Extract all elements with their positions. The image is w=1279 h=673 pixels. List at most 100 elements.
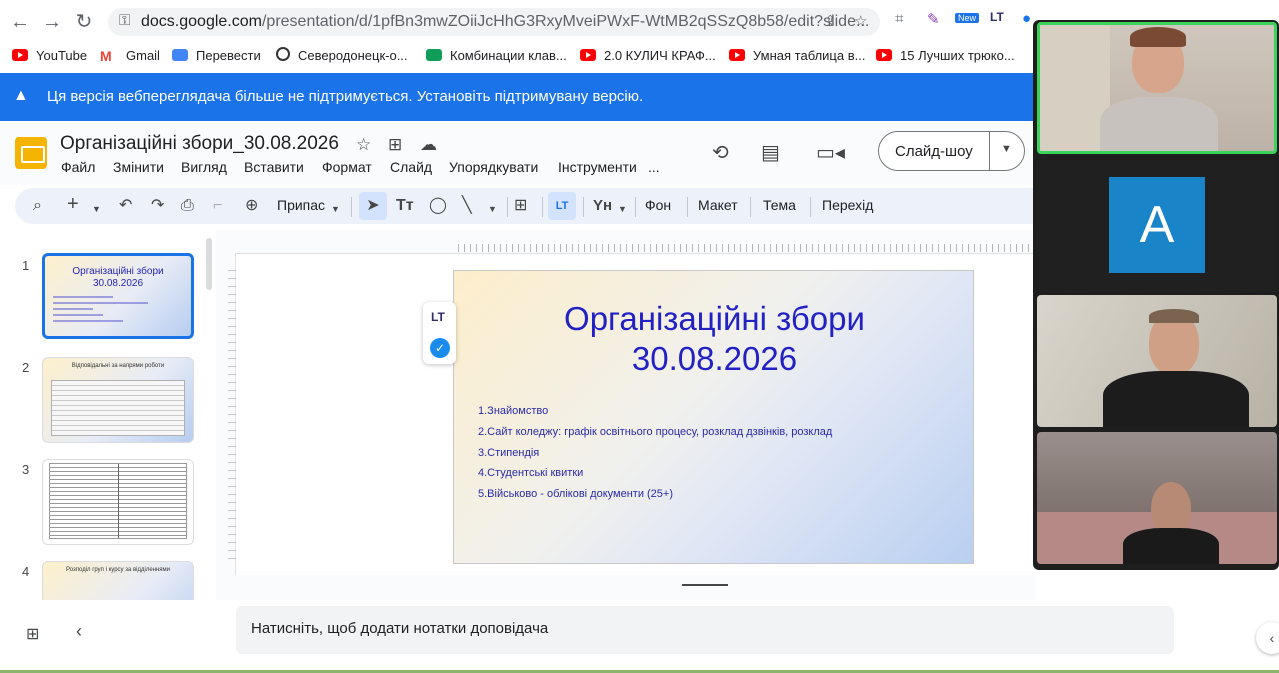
- zoom-select[interactable]: Припас: [277, 197, 325, 213]
- check-icon[interactable]: ✓: [430, 338, 450, 358]
- bookmark-kulich[interactable]: 2.0 КУЛИЧ КРАФ...: [580, 46, 716, 66]
- select-cursor-icon[interactable]: ➤: [359, 192, 387, 220]
- notes-resize-handle[interactable]: [682, 584, 728, 586]
- input-tools-icon[interactable]: Yн: [593, 195, 612, 217]
- chevron-down-icon[interactable]: ▼: [1001, 143, 1012, 155]
- chevron-down-icon[interactable]: ▼: [618, 198, 627, 220]
- slide-thumbnail-1[interactable]: Організаційні збори 30.08.2026: [42, 253, 194, 339]
- participant-video-tile[interactable]: [1037, 295, 1277, 427]
- meet-camera-icon[interactable]: ▭◂: [816, 140, 845, 165]
- thumbnail-table: [49, 463, 187, 539]
- reload-icon[interactable]: ↻: [70, 8, 98, 36]
- zoom-icon[interactable]: ⊕: [245, 195, 258, 217]
- chevron-left-icon[interactable]: ‹: [76, 621, 82, 642]
- participant-avatar-tile[interactable]: A: [1037, 160, 1277, 292]
- menu-view[interactable]: Вигляд: [181, 159, 227, 175]
- new-slide-icon[interactable]: +: [67, 193, 79, 215]
- url-text: docs.google.com/presentation/d/1pfBn3mwZ…: [141, 13, 869, 31]
- speaker-notes[interactable]: Натисніть, щоб додати нотатки доповідача: [236, 606, 1174, 654]
- menu-tools[interactable]: Інструменти: [558, 159, 637, 175]
- participant-body: [1103, 371, 1249, 427]
- paint-format-icon[interactable]: ⌐: [213, 195, 222, 217]
- slide-list-item[interactable]: 1.Знайомство: [478, 405, 548, 417]
- comments-icon[interactable]: ▤: [761, 140, 780, 165]
- undo-icon[interactable]: ↶: [119, 195, 132, 217]
- slide-list-item[interactable]: 5.Військово - облікові документи (25+): [478, 488, 673, 500]
- side-panel-toggle-icon[interactable]: ‹: [1256, 622, 1279, 654]
- slide-list-item[interactable]: 4.Студентські квитки: [478, 467, 583, 479]
- bookmark-15-tricks[interactable]: 15 Лучших трюко...: [876, 46, 1015, 66]
- bookmark-label: Северодонецк-о...: [298, 48, 408, 63]
- bookmark-label: 15 Лучших трюко...: [900, 48, 1015, 63]
- menu-file[interactable]: Файл: [61, 159, 95, 175]
- slideshow-label: Слайд-шоу: [895, 143, 973, 160]
- document-title[interactable]: Організаційні збори_30.08.2026: [60, 133, 339, 155]
- bookmark-gmail[interactable]: M Gmail: [100, 46, 160, 66]
- move-folder-icon[interactable]: ⊞: [388, 135, 402, 155]
- slide-title[interactable]: Організаційні збори 30.08.2026: [454, 299, 975, 379]
- add-comment-icon[interactable]: ⊞: [514, 195, 527, 217]
- theme-button[interactable]: Тема: [763, 197, 796, 213]
- vertical-ruler: [228, 270, 236, 560]
- redo-icon[interactable]: ↷: [151, 195, 164, 217]
- version-history-icon[interactable]: ⟲: [712, 140, 729, 165]
- cloud-status-icon[interactable]: ☁: [420, 135, 437, 155]
- menu-edit[interactable]: Змінити: [113, 159, 164, 175]
- layout-button[interactable]: Макет: [698, 197, 738, 213]
- new-badge[interactable]: New: [955, 13, 980, 23]
- profile-dot-icon[interactable]: ●: [1022, 10, 1031, 27]
- slide-filmstrip: 1 Організаційні збори 30.08.2026 2 Відпо…: [0, 230, 215, 600]
- horizontal-ruler: [458, 244, 1036, 252]
- bookmark-youtube[interactable]: YouTube: [12, 46, 87, 66]
- site-info-icon[interactable]: ⚿: [119, 12, 130, 29]
- transition-button[interactable]: Перехід: [822, 197, 873, 213]
- menu-insert[interactable]: Вставити: [244, 159, 304, 175]
- filmstrip-scrollbar[interactable]: [206, 238, 212, 290]
- slide-thumbnail-4[interactable]: Розподіл груп і курсу за відділеннями: [42, 561, 194, 600]
- participant-video-tile[interactable]: [1037, 22, 1277, 154]
- chevron-down-icon[interactable]: ▼: [488, 198, 497, 220]
- languagetool-toolbar-icon[interactable]: LT: [548, 192, 576, 220]
- slideshow-button[interactable]: Слайд-шоу ▼: [878, 131, 1025, 171]
- pen-extension-icon[interactable]: ✎: [927, 10, 940, 28]
- languagetool-widget[interactable]: LT ✓: [423, 302, 456, 364]
- menu-slide[interactable]: Слайд: [390, 159, 432, 175]
- search-menus-icon[interactable]: ⌕: [33, 195, 42, 217]
- languagetool-extension-icon[interactable]: LT: [990, 10, 1004, 24]
- translate-icon: [172, 49, 188, 61]
- toolbar-divider: [507, 197, 508, 217]
- line-icon[interactable]: ╲: [462, 195, 472, 217]
- forward-arrow-icon[interactable]: →: [38, 8, 66, 36]
- menu-arrange[interactable]: Упорядкувати: [449, 159, 538, 175]
- slides-logo-icon[interactable]: [15, 137, 47, 169]
- youtube-icon: [12, 49, 28, 61]
- print-icon[interactable]: ⎙: [181, 195, 194, 217]
- address-bar[interactable]: ⚿ docs.google.com/presentation/d/1pfBn3m…: [108, 8, 880, 36]
- current-slide[interactable]: Організаційні збори 30.08.2026 1.Знайомс…: [453, 270, 974, 564]
- bookmark-translate[interactable]: Перевести: [172, 46, 261, 66]
- screenshot-icon[interactable]: ⌗: [895, 10, 903, 27]
- menu-more[interactable]: ...: [648, 159, 660, 175]
- bookmark-smart-table[interactable]: Умная таблица в...: [729, 46, 865, 66]
- avatar-letter: A: [1139, 196, 1175, 254]
- star-icon[interactable]: ☆: [854, 12, 867, 30]
- menu-format[interactable]: Формат: [322, 159, 372, 175]
- star-icon[interactable]: ☆: [356, 135, 371, 155]
- background-button[interactable]: Фон: [645, 197, 671, 213]
- image-shape-icon[interactable]: ◯: [429, 195, 447, 217]
- participant-video-tile[interactable]: [1037, 432, 1277, 564]
- slide-list-item[interactable]: 3.Стипендія: [478, 447, 539, 459]
- participant-body: [1123, 528, 1219, 564]
- slide-thumbnail-2[interactable]: Відповідальні за напрями роботи: [42, 357, 194, 443]
- slide-list-item[interactable]: 2.Сайт коледжу: графік освітнього процес…: [478, 426, 832, 438]
- share-icon[interactable]: ⇪: [824, 12, 837, 30]
- chevron-down-icon[interactable]: ▼: [331, 198, 340, 220]
- text-box-icon[interactable]: Tт: [396, 195, 414, 217]
- chevron-down-icon[interactable]: ▼: [92, 198, 101, 220]
- grid-view-icon[interactable]: ⊞: [26, 624, 39, 644]
- bookmark-severodonetsk[interactable]: Северодонецк-о...: [276, 46, 408, 66]
- back-arrow-icon[interactable]: ←: [6, 8, 34, 36]
- slideshow-divider: [989, 132, 990, 170]
- slide-thumbnail-3[interactable]: [42, 459, 194, 545]
- bookmark-keyboard-shortcuts[interactable]: Комбинации клав...: [426, 46, 567, 66]
